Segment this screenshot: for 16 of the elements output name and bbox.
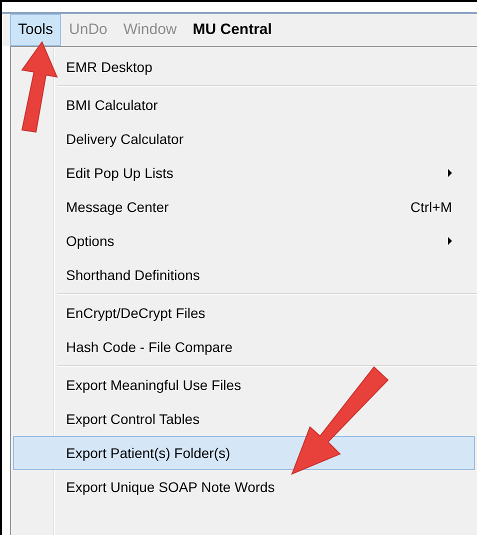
menu-item[interactable]: Export Meaningful Use Files bbox=[13, 368, 475, 402]
menu-item[interactable]: Export Control Tables bbox=[13, 402, 475, 436]
menu-item[interactable]: EnCrypt/DeCrypt Files bbox=[13, 296, 475, 330]
menu-bar-item[interactable]: MU Central bbox=[184, 14, 280, 46]
menu-bar-item[interactable]: Tools bbox=[10, 14, 62, 46]
shortcut-text: Ctrl+M bbox=[410, 198, 452, 216]
menu-item[interactable]: BMI Calculator bbox=[13, 88, 475, 122]
menu-item[interactable]: Export Unique SOAP Note Words bbox=[13, 470, 475, 504]
menu-item[interactable]: Delivery Calculator bbox=[13, 122, 475, 156]
menu-item[interactable]: Export Patient(s) Folder(s) bbox=[13, 436, 475, 470]
menu-item[interactable]: EMR Desktop bbox=[13, 50, 475, 84]
menu-item[interactable]: Shorthand Definitions bbox=[13, 258, 475, 292]
menu-item[interactable]: Options bbox=[13, 224, 475, 258]
menu-item[interactable]: Hash Code - File Compare bbox=[13, 330, 475, 364]
menu-item[interactable]: Message Center Ctrl+M bbox=[13, 190, 475, 224]
menu-item[interactable]: Edit Pop Up Lists bbox=[13, 156, 475, 190]
